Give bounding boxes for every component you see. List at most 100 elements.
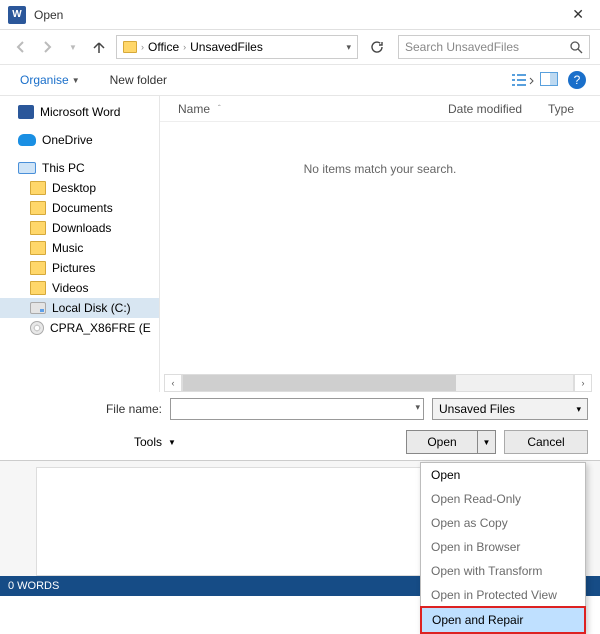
refresh-button[interactable]: [366, 36, 388, 58]
cancel-button[interactable]: Cancel: [504, 430, 588, 454]
view-options-button[interactable]: [512, 72, 530, 88]
tree-item[interactable]: OneDrive: [0, 130, 159, 150]
empty-message: No items match your search.: [160, 122, 600, 176]
folder-icon: [30, 241, 46, 255]
tools-label: Tools: [134, 435, 162, 449]
column-type[interactable]: Type: [548, 102, 600, 116]
tree-item-label: Downloads: [52, 221, 111, 235]
scroll-track[interactable]: [182, 374, 574, 392]
back-button[interactable]: [10, 36, 32, 58]
chevron-down-icon[interactable]: ▾: [346, 42, 351, 53]
tree-item[interactable]: Desktop: [0, 178, 159, 198]
tree-item-label: Desktop: [52, 181, 96, 195]
open-dropdown-toggle[interactable]: ▼: [478, 430, 496, 454]
crumb-office[interactable]: Office: [148, 40, 179, 54]
filename-label: File name:: [12, 402, 162, 416]
open-menu-item[interactable]: Open Read-Only: [421, 487, 585, 511]
word-icon: [18, 105, 34, 119]
forward-button[interactable]: [36, 36, 58, 58]
list-header: Name ˆ Date modified Type: [160, 96, 600, 122]
dvd-icon: [30, 321, 44, 335]
arrow-left-icon: [14, 40, 28, 54]
tree-item[interactable]: Documents: [0, 198, 159, 218]
toolbar: Organise ▼ New folder ?: [0, 64, 600, 96]
open-menu-item[interactable]: Open as Copy: [421, 511, 585, 535]
folder-icon: [30, 261, 46, 275]
search-icon: [570, 41, 583, 54]
arrow-up-icon: [92, 40, 106, 54]
arrow-right-icon: [40, 40, 54, 54]
chevron-right-icon: ›: [141, 42, 144, 52]
column-date[interactable]: Date modified: [448, 102, 548, 116]
crumb-unsaved[interactable]: UnsavedFiles: [190, 40, 263, 54]
tree-item-label: Documents: [52, 201, 113, 215]
tools-menu[interactable]: Tools ▼: [12, 435, 176, 449]
tree-item-label: Videos: [52, 281, 88, 295]
tree-item[interactable]: CPRA_X86FRE (E: [0, 318, 159, 338]
window-title: Open: [34, 8, 63, 22]
scroll-thumb[interactable]: [183, 375, 456, 391]
open-button[interactable]: Open: [406, 430, 478, 454]
organise-button[interactable]: Organise ▼: [14, 69, 86, 91]
preview-pane-button[interactable]: [540, 72, 558, 88]
open-menu-item[interactable]: Open and Repair: [420, 606, 586, 634]
folder-icon: [30, 181, 46, 195]
disk-icon: [30, 302, 46, 314]
content-area: Microsoft Word OneDrive This PC Desktop Docu…: [0, 96, 600, 392]
scroll-right-button[interactable]: ›: [574, 374, 592, 392]
horizontal-scrollbar[interactable]: ‹ ›: [164, 374, 592, 392]
new-folder-button[interactable]: New folder: [104, 69, 173, 91]
word-count[interactable]: 0 WORDS: [8, 580, 59, 592]
tree-item-label: Pictures: [52, 261, 95, 275]
open-options-menu: OpenOpen Read-OnlyOpen as CopyOpen in Br…: [420, 462, 586, 634]
tree-item[interactable]: This PC: [0, 158, 159, 178]
tree-item[interactable]: Downloads: [0, 218, 159, 238]
nav-tree: Microsoft Word OneDrive This PC Desktop Docu…: [0, 96, 160, 392]
up-button[interactable]: [88, 36, 110, 58]
filename-input[interactable]: [170, 398, 424, 420]
tree-item[interactable]: Local Disk (C:): [0, 298, 159, 318]
chevron-down-icon[interactable]: ▾: [415, 402, 420, 413]
open-menu-item[interactable]: Open: [421, 463, 585, 487]
new-folder-label: New folder: [110, 73, 167, 87]
folder-icon: [30, 221, 46, 235]
tree-item-label: Microsoft Word: [40, 105, 120, 119]
column-name[interactable]: Name: [178, 102, 210, 116]
chevron-down-icon: ▼: [168, 438, 176, 447]
search-placeholder: Search UnsavedFiles: [405, 40, 519, 54]
tree-item[interactable]: Microsoft Word: [0, 102, 159, 122]
title-bar: W Open ✕: [0, 0, 600, 30]
chevron-down-icon: ▼: [72, 76, 80, 85]
tree-item[interactable]: Videos: [0, 278, 159, 298]
recent-dropdown[interactable]: ▼: [62, 36, 84, 58]
filter-dropdown[interactable]: Unsaved Files ▾: [432, 398, 588, 420]
open-menu-item[interactable]: Open in Protected View: [421, 583, 585, 607]
open-menu-item[interactable]: Open in Browser: [421, 535, 585, 559]
open-label: Open: [427, 435, 456, 449]
word-app-icon: W: [8, 6, 26, 24]
organise-label: Organise: [20, 73, 69, 87]
onedrive-icon: [18, 134, 36, 146]
scroll-left-button[interactable]: ‹: [164, 374, 182, 392]
search-input[interactable]: Search UnsavedFiles: [398, 35, 590, 59]
tree-item[interactable]: Music: [0, 238, 159, 258]
folder-icon: [30, 201, 46, 215]
cancel-label: Cancel: [527, 435, 564, 449]
open-menu-item[interactable]: Open with Transform: [421, 559, 585, 583]
open-split-button[interactable]: Open ▼: [406, 430, 496, 454]
sort-caret-icon: ˆ: [218, 104, 221, 113]
address-bar[interactable]: › Office › UnsavedFiles ▾: [116, 35, 358, 59]
chevron-down-icon: ▾: [576, 404, 581, 415]
pc-icon: [18, 162, 36, 174]
close-button[interactable]: ✕: [564, 2, 592, 27]
tree-item[interactable]: Pictures: [0, 258, 159, 278]
folder-icon: [30, 281, 46, 295]
tree-item-label: Local Disk (C:): [52, 301, 131, 315]
filter-label: Unsaved Files: [439, 402, 515, 416]
folder-icon: [123, 41, 137, 53]
file-list: Name ˆ Date modified Type No items match…: [160, 96, 600, 392]
help-button[interactable]: ?: [568, 71, 586, 89]
nav-bar: ▼ › Office › UnsavedFiles ▾ Search Unsav…: [0, 30, 600, 64]
tree-item-label: This PC: [42, 161, 85, 175]
tree-item-label: CPRA_X86FRE (E: [50, 321, 151, 335]
